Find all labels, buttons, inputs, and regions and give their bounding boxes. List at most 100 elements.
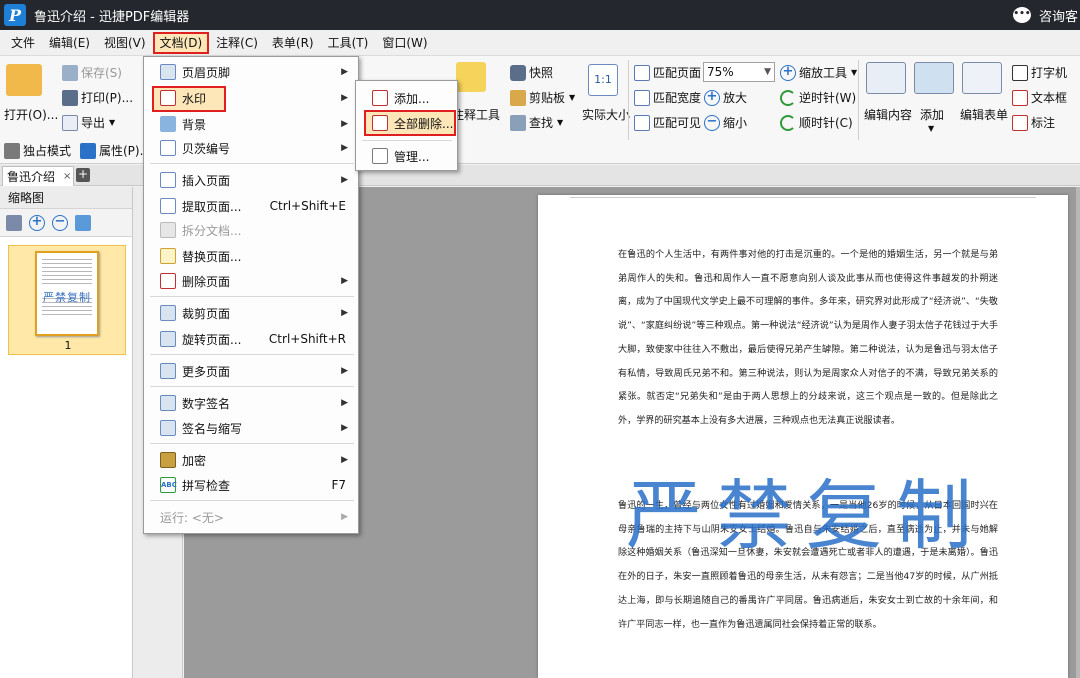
crown-icon: [4, 142, 20, 159]
add-button[interactable]: 添加: [920, 106, 944, 123]
menu-item-replace-pages[interactable]: 替换页面...: [144, 244, 358, 268]
background-icon: [160, 116, 176, 132]
close-icon[interactable]: ×: [63, 171, 71, 182]
folder-open-icon[interactable]: [6, 64, 42, 96]
snapshot-button[interactable]: 快照: [510, 64, 553, 81]
page-rule: [570, 197, 1036, 198]
find-button[interactable]: 查找 ▼: [510, 114, 563, 131]
zoom-out-icon[interactable]: −: [52, 214, 68, 231]
fit-page-button[interactable]: 匹配页面: [634, 64, 701, 81]
menu-item-header-footer[interactable]: 页眉页脚 ▶: [144, 60, 358, 84]
insert-page-icon: [160, 172, 176, 188]
submenu-arrow-icon: ▶: [341, 455, 348, 465]
tab-document[interactable]: 鲁迅介绍 ×: [2, 166, 74, 186]
consult-button[interactable]: ••• 咨询客: [1012, 0, 1078, 30]
app-logo-icon: P: [4, 4, 26, 26]
menu-item-watermark[interactable]: 水印 ▶: [144, 86, 358, 112]
menu-item-more-pages[interactable]: 更多页面 ▶: [144, 359, 358, 383]
rotate-page-icon: [160, 331, 176, 347]
rotate-ccw-button[interactable]: 逆时针(W): [780, 89, 856, 106]
new-tab-button[interactable]: +: [76, 168, 90, 182]
zoom-select[interactable]: 75% ▼: [703, 62, 775, 82]
submenu-arrow-icon: ▶: [341, 308, 348, 318]
menu-edit[interactable]: 编辑(E): [42, 32, 97, 54]
menu-item-extract-pages[interactable]: 提取页面... Ctrl+Shift+E: [144, 194, 358, 218]
textbox-button[interactable]: 文本框: [1012, 89, 1067, 106]
clipboard-dropdown-icon: ▼: [569, 93, 576, 102]
zoom-in-label: 放大: [723, 91, 748, 105]
save-button[interactable]: 保存(S): [62, 64, 122, 81]
callout-button[interactable]: 标注: [1012, 114, 1055, 131]
fit-visible-button[interactable]: 匹配可见: [634, 114, 701, 131]
scrollbar[interactable]: [1076, 187, 1080, 678]
submenu-item-label: 管理...: [394, 149, 430, 164]
menu-item-sign-initial[interactable]: 签名与缩写 ▶: [144, 416, 358, 440]
add-dropdown-icon: ▼: [928, 124, 935, 133]
annotate-tool-icon[interactable]: [456, 62, 486, 92]
edit-content-button[interactable]: 编辑内容: [864, 106, 912, 123]
page-number: 1: [64, 339, 72, 352]
menu-item-label: 删除页面: [182, 274, 231, 289]
menu-item-encrypt[interactable]: 加密 ▶: [144, 448, 358, 472]
submenu-item-add[interactable]: 添加...: [356, 85, 457, 111]
menu-item-insert-pages[interactable]: 插入页面 ▶: [144, 168, 358, 192]
menu-form[interactable]: 表单(R): [265, 32, 321, 54]
clipboard-label: 剪贴板: [529, 91, 566, 105]
settings-icon[interactable]: [6, 214, 22, 231]
actual-size-button[interactable]: 实际大小: [582, 106, 630, 123]
menu-comment[interactable]: 注释(C): [209, 32, 265, 54]
menu-view[interactable]: 视图(V): [97, 32, 153, 54]
zoom-in-icon[interactable]: +: [29, 214, 45, 231]
properties-button[interactable]: 属性(P)...: [80, 142, 151, 159]
add-icon[interactable]: [914, 62, 954, 94]
menu-item-crop-pages[interactable]: 裁剪页面 ▶: [144, 301, 358, 325]
menu-separator: [150, 443, 354, 444]
signature-icon: [160, 395, 176, 411]
submenu-arrow-icon: ▶: [341, 366, 348, 376]
zoom-out-icon: −: [704, 114, 720, 131]
menu-file[interactable]: 文件: [4, 32, 42, 54]
edit-form-button[interactable]: 编辑表单: [960, 106, 1008, 123]
fit-width-button[interactable]: 匹配宽度: [634, 89, 701, 106]
menu-item-background[interactable]: 背景 ▶: [144, 112, 358, 136]
export-button[interactable]: 导出 ▼: [62, 114, 115, 131]
zoom-tool-button[interactable]: + 缩放工具 ▼: [780, 64, 857, 81]
menu-window[interactable]: 窗口(W): [375, 32, 434, 54]
open-button[interactable]: 打开(O)...: [4, 106, 58, 123]
pdf-page: 在鲁迅的个人生活中，有两件事对他的打击是沉重的。一个是他的婚姻生活，另一个就是与…: [538, 195, 1068, 678]
annotate-tool-button[interactable]: 注释工具: [452, 106, 500, 123]
lock-icon: [160, 452, 176, 468]
menu-separator: [150, 354, 354, 355]
menu-item-digital-signature[interactable]: 数字签名 ▶: [144, 391, 358, 415]
submenu-item-manage[interactable]: 管理...: [356, 143, 457, 169]
menu-item-bates-numbering[interactable]: 贝茨编号 ▶: [144, 136, 358, 160]
typewriter-button[interactable]: 打字机: [1012, 64, 1067, 81]
submenu-arrow-icon: ▶: [341, 276, 348, 286]
window-title: 鲁迅介绍 - 迅捷PDF编辑器: [34, 9, 190, 25]
menu-tools[interactable]: 工具(T): [321, 32, 376, 54]
rotate-icon[interactable]: [75, 214, 91, 231]
menu-item-delete-pages[interactable]: 删除页面 ▶: [144, 269, 358, 293]
actual-size-icon[interactable]: 1:1: [588, 64, 618, 96]
rotate-cw-icon: [780, 114, 796, 131]
menu-document[interactable]: 文档(D): [152, 31, 210, 54]
submenu-arrow-icon: ▶: [341, 93, 348, 103]
clipboard-button[interactable]: 剪贴板 ▼: [510, 89, 575, 106]
page-thumbnail[interactable]: 严禁复制 1: [8, 245, 126, 355]
zoom-out-button[interactable]: − 缩小: [704, 114, 747, 131]
save-icon: [62, 64, 78, 81]
edit-content-icon[interactable]: [866, 62, 906, 94]
exclusive-mode-label: 独占模式: [23, 144, 72, 158]
submenu-arrow-icon: ▶: [341, 512, 348, 522]
submenu-item-delete-all[interactable]: 全部删除...: [364, 110, 456, 136]
edit-form-icon[interactable]: [962, 62, 1002, 94]
menu-item-spell-check[interactable]: ABC 拼写检查 F7: [144, 473, 358, 497]
exclusive-mode-button[interactable]: 独占模式: [4, 142, 71, 159]
zoom-in-button[interactable]: + 放大: [704, 89, 747, 106]
menu-item-rotate-pages[interactable]: 旋转页面... Ctrl+Shift+R: [144, 327, 358, 351]
tab-label: 鲁迅介绍: [7, 170, 56, 184]
menu-item-split-document[interactable]: 拆分文档...: [144, 218, 358, 242]
print-button[interactable]: 打印(P)...: [62, 89, 133, 106]
menu-item-run[interactable]: 运行: <无> ▶: [144, 505, 358, 529]
rotate-cw-button[interactable]: 顺时针(C): [780, 114, 853, 131]
